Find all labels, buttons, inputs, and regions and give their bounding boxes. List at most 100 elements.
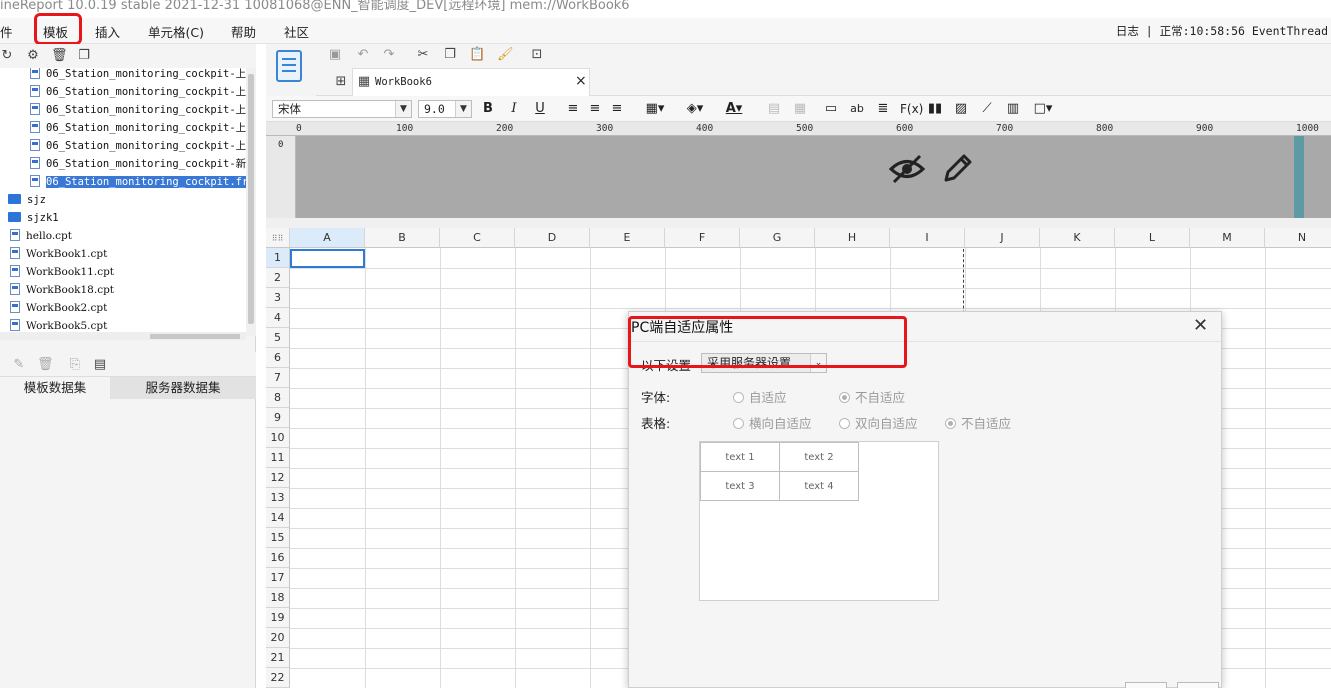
row-header[interactable]: 4: [266, 308, 290, 328]
edit-icon[interactable]: ✎: [12, 358, 26, 372]
menu-community[interactable]: 社区: [284, 22, 309, 41]
save-icon[interactable]: ▣: [328, 48, 342, 62]
row-header[interactable]: 19: [266, 608, 290, 628]
row-header[interactable]: 8: [266, 388, 290, 408]
tree-item[interactable]: 06_Station_monitoring_cockpit-新线: [30, 155, 246, 173]
format-painter-icon[interactable]: 🖌: [497, 48, 514, 62]
tab-server-dataset[interactable]: 服务器数据集: [110, 377, 256, 399]
tree-folder[interactable]: sjz: [8, 191, 46, 209]
menu-cell[interactable]: 单元格(C): [148, 22, 204, 41]
tree-item[interactable]: 06_Station_monitoring_cockpit-上线: [30, 83, 246, 101]
close-tab-icon[interactable]: ×: [575, 73, 587, 89]
undo-icon[interactable]: ↶: [356, 48, 370, 62]
tree-hscroll-thumb[interactable]: [150, 334, 240, 339]
font-adaptive-radio[interactable]: 自适应: [733, 387, 787, 406]
row-header[interactable]: 14: [266, 508, 290, 528]
tree-item[interactable]: hello.cpt: [10, 227, 72, 245]
row-header[interactable]: 22: [266, 668, 290, 688]
copy-icon[interactable]: ❐: [443, 48, 457, 62]
text-cell-icon[interactable]: ▭: [822, 100, 840, 118]
tab-workbook6[interactable]: ▦ WorkBook6 ×: [352, 68, 590, 96]
fill-color-icon[interactable]: ◈▾: [680, 100, 710, 118]
tree-item[interactable]: WorkBook2.cpt: [10, 299, 107, 317]
row-header[interactable]: 5: [266, 328, 290, 348]
formula-icon[interactable]: F(x): [900, 100, 923, 118]
tree-folder[interactable]: sjzk1: [8, 209, 59, 227]
selected-cell-a1[interactable]: [290, 249, 365, 268]
row-header[interactable]: 9: [266, 408, 290, 428]
column-header[interactable]: G: [740, 228, 815, 248]
tree-item[interactable]: WorkBook11.cpt: [10, 263, 114, 281]
column-header[interactable]: M: [1190, 228, 1265, 248]
align-right-icon[interactable]: ≡: [608, 100, 626, 118]
refresh-icon[interactable]: ↻: [0, 49, 14, 63]
menu-help[interactable]: 帮助: [231, 22, 256, 41]
row-header[interactable]: 17: [266, 568, 290, 588]
new-template-icon[interactable]: [276, 50, 302, 82]
bold-icon[interactable]: B: [480, 100, 496, 118]
subreport-icon[interactable]: ▥: [1004, 100, 1022, 118]
copy-icon[interactable]: ❐: [77, 49, 91, 63]
column-header[interactable]: C: [440, 228, 515, 248]
tree-item[interactable]: 06_Station_monitoring_cockpit-上线: [30, 68, 246, 83]
table-non-adaptive-radio[interactable]: 不自适应: [945, 413, 1011, 432]
text-icon[interactable]: ab: [848, 100, 866, 118]
row-header[interactable]: 6: [266, 348, 290, 368]
tree-item[interactable]: WorkBook18.cpt: [10, 281, 114, 299]
template-params-icon[interactable]: ⊡: [530, 48, 544, 62]
tree-item[interactable]: 06_Station_monitoring_cockpit-上线: [30, 137, 246, 155]
preview-icon[interactable]: ⎘: [68, 358, 82, 372]
table-bidirectional-adaptive-radio[interactable]: 双向自适应: [839, 413, 918, 432]
column-header[interactable]: N: [1265, 228, 1331, 248]
tree-item-selected[interactable]: 06_Station_monitoring_cockpit.frm: [30, 173, 246, 191]
hidden-eye-icon[interactable]: [888, 152, 926, 186]
tree-item[interactable]: WorkBook1.cpt: [10, 245, 107, 263]
menu-file[interactable]: 件: [0, 22, 13, 41]
row-header[interactable]: 15: [266, 528, 290, 548]
grid-view-icon[interactable]: ⊞: [334, 75, 348, 89]
row-header[interactable]: 11: [266, 448, 290, 468]
font-non-adaptive-radio[interactable]: 不自适应: [839, 387, 905, 406]
menu-insert[interactable]: 插入: [95, 22, 120, 41]
underline-icon[interactable]: U: [532, 100, 548, 118]
chart-icon[interactable]: ▮▮: [926, 100, 944, 118]
font-color-icon[interactable]: A▾: [718, 100, 750, 118]
cancel-button[interactable]: [1177, 682, 1219, 688]
font-family-select[interactable]: 宋体 ▼: [272, 100, 412, 118]
delete-icon[interactable]: 🗑: [51, 49, 68, 63]
slash-icon[interactable]: ⟋: [978, 100, 996, 118]
column-header[interactable]: H: [815, 228, 890, 248]
row-header[interactable]: 7: [266, 368, 290, 388]
column-header[interactable]: B: [365, 228, 440, 248]
paste-icon[interactable]: 📋: [469, 48, 485, 62]
row-header[interactable]: 2: [266, 268, 290, 288]
tree-scroll-thumb[interactable]: [248, 74, 254, 324]
border-icon[interactable]: ▦▾: [640, 100, 670, 118]
row-header[interactable]: 1: [266, 248, 290, 268]
column-header[interactable]: J: [965, 228, 1040, 248]
column-header[interactable]: L: [1115, 228, 1190, 248]
column-header[interactable]: I: [890, 228, 965, 248]
table-horizontal-adaptive-radio[interactable]: 横向自适应: [733, 413, 812, 432]
image-icon[interactable]: ▨: [952, 100, 970, 118]
cut-icon[interactable]: ✂: [416, 48, 430, 62]
row-header[interactable]: 3: [266, 288, 290, 308]
column-header[interactable]: K: [1040, 228, 1115, 248]
row-header[interactable]: 12: [266, 468, 290, 488]
column-header[interactable]: E: [590, 228, 665, 248]
row-header[interactable]: 21: [266, 648, 290, 668]
ok-button[interactable]: [1125, 682, 1167, 688]
dataset-settings-icon[interactable]: ▤: [93, 358, 107, 372]
row-header[interactable]: 20: [266, 628, 290, 648]
delete-icon[interactable]: 🗑: [37, 358, 54, 372]
row-header[interactable]: 13: [266, 488, 290, 508]
rich-text-icon[interactable]: ≣: [874, 100, 892, 118]
align-center-icon[interactable]: ≡: [586, 100, 604, 118]
select-all-corner[interactable]: ⠿⠿: [266, 228, 290, 248]
tree-item[interactable]: 06_Station_monitoring_cockpit-上线: [30, 101, 246, 119]
merge-cells-icon[interactable]: ▤: [766, 100, 782, 118]
close-icon[interactable]: ✕: [1193, 315, 1208, 336]
align-left-icon[interactable]: ≡: [564, 100, 582, 118]
widget-icon[interactable]: □▾: [1030, 100, 1056, 118]
settings-icon[interactable]: ⚙: [26, 49, 40, 63]
